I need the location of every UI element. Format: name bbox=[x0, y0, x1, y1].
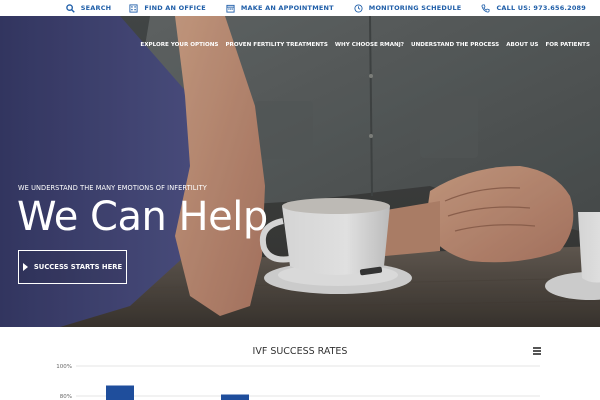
nav-about-us[interactable]: ABOUT US bbox=[506, 42, 538, 48]
chart-bar[interactable] bbox=[221, 394, 249, 400]
ivf-success-chart: 100% 80% bbox=[56, 364, 540, 400]
y-tick-label: 80% bbox=[60, 394, 72, 400]
call-link[interactable]: CALL US: 973.656.2089 bbox=[481, 0, 586, 16]
chart-bar[interactable] bbox=[106, 385, 134, 400]
find-office-link[interactable]: FIND AN OFFICE bbox=[129, 0, 206, 16]
nav-why-choose[interactable]: WHY CHOOSE RMANJ? bbox=[335, 42, 404, 48]
hero-title: We Can Help bbox=[17, 194, 268, 240]
utility-bar: SEARCH FIND AN OFFICE MAKE AN APPOINTMEN… bbox=[0, 0, 600, 16]
main-nav: EXPLORE YOUR OPTIONS PROVEN FERTILITY TR… bbox=[133, 42, 590, 48]
phone-icon bbox=[481, 3, 490, 13]
monitoring-link[interactable]: MONITORING SCHEDULE bbox=[354, 0, 462, 16]
call-label: CALL US: 973.656.2089 bbox=[496, 4, 586, 12]
nav-proven-treatments[interactable]: PROVEN FERTILITY TREATMENTS bbox=[225, 42, 327, 48]
y-tick-label: 100% bbox=[56, 364, 72, 370]
ivf-success-chart-section: 100% 80% IVF SUCCESS RATES bbox=[0, 327, 600, 400]
appointment-label: MAKE AN APPOINTMENT bbox=[240, 4, 334, 12]
play-icon bbox=[22, 263, 28, 271]
search-icon bbox=[65, 3, 75, 13]
calendar-icon bbox=[226, 4, 235, 13]
cta-label: SUCCESS STARTS HERE bbox=[33, 263, 123, 271]
building-icon bbox=[129, 3, 138, 13]
search-label: SEARCH bbox=[80, 4, 112, 12]
appointment-link[interactable]: MAKE AN APPOINTMENT bbox=[226, 0, 334, 16]
find-office-label: FIND AN OFFICE bbox=[144, 4, 206, 12]
search-link[interactable]: SEARCH bbox=[65, 0, 112, 16]
clock-icon bbox=[354, 3, 363, 13]
success-starts-here-button[interactable]: SUCCESS STARTS HERE bbox=[18, 250, 127, 284]
hero-eyebrow: WE UNDERSTAND THE MANY EMOTIONS OF INFER… bbox=[18, 184, 207, 192]
hamburger-icon[interactable] bbox=[533, 347, 541, 355]
hero-banner: EXPLORE YOUR OPTIONS PROVEN FERTILITY TR… bbox=[0, 16, 600, 327]
nav-understand-process[interactable]: UNDERSTAND THE PROCESS bbox=[411, 42, 499, 48]
chart-title: IVF SUCCESS RATES bbox=[252, 346, 348, 357]
nav-for-patients[interactable]: FOR PATIENTS bbox=[545, 42, 590, 48]
nav-explore-options[interactable]: EXPLORE YOUR OPTIONS bbox=[140, 42, 218, 48]
monitoring-label: MONITORING SCHEDULE bbox=[368, 4, 462, 12]
